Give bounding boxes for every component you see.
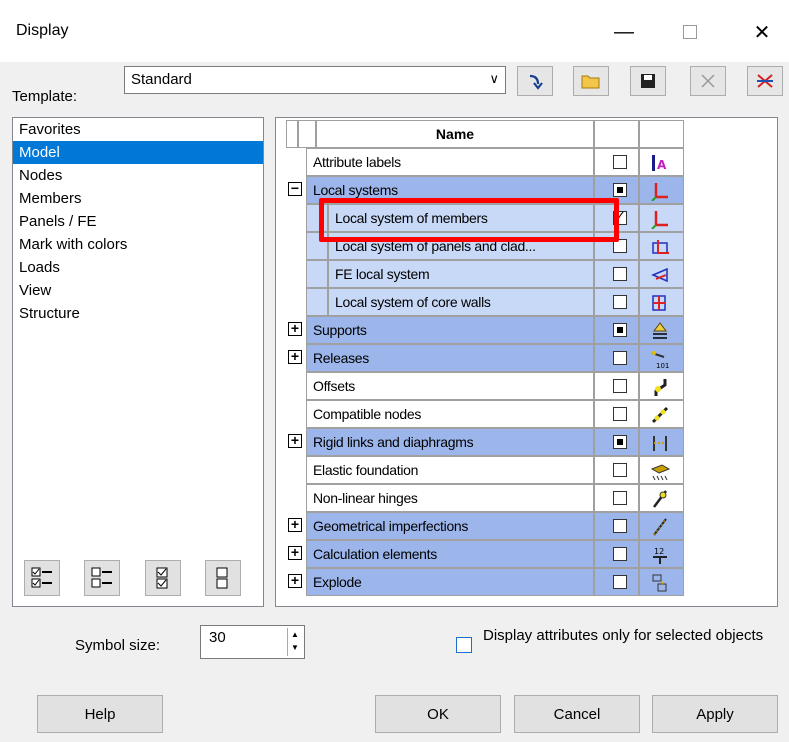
reset-icon: [757, 74, 773, 88]
expand-icon[interactable]: +: [288, 349, 302, 364]
checkbox[interactable]: [613, 351, 627, 365]
title-bar: Display — ✕: [0, 0, 789, 62]
checkbox[interactable]: [613, 239, 627, 253]
core-wall-axes-icon: [652, 295, 666, 311]
checkbox[interactable]: [613, 183, 627, 197]
svg-text:12: 12: [654, 547, 664, 556]
category-list[interactable]: Favorites Model Nodes Members Panels / F…: [12, 117, 264, 607]
category-item-view[interactable]: View: [13, 279, 263, 302]
checkbox[interactable]: [613, 267, 627, 281]
calculation-elements-icon: 12: [653, 547, 667, 564]
attribute-labels-icon: A: [652, 155, 667, 172]
open-template-button[interactable]: [573, 66, 609, 96]
category-item-members[interactable]: Members: [13, 187, 263, 210]
category-item-nodes[interactable]: Nodes: [13, 164, 263, 187]
checkbox[interactable]: [613, 208, 627, 225]
symbol-size-value: 30: [209, 629, 226, 646]
category-item-structure[interactable]: Structure: [13, 302, 263, 325]
expand-icon[interactable]: +: [288, 573, 302, 588]
release-icon: 1011: [651, 351, 670, 369]
svg-text:A: A: [657, 158, 667, 172]
delete-template-button[interactable]: [690, 66, 726, 96]
checkbox[interactable]: [613, 491, 627, 505]
category-item-mark-with-colors[interactable]: Mark with colors: [13, 233, 263, 256]
select-all-icon: [31, 567, 52, 588]
checkbox[interactable]: [613, 323, 627, 337]
expand-all-button[interactable]: [84, 560, 120, 596]
ok-button[interactable]: OK: [375, 695, 501, 733]
fe-axes-icon: [651, 267, 668, 283]
expand-all-icon: [91, 567, 112, 588]
collapse-icon[interactable]: −: [288, 181, 302, 196]
expand-icon[interactable]: +: [288, 321, 302, 336]
reset-template-button[interactable]: [747, 66, 783, 96]
checkbox[interactable]: [613, 295, 627, 309]
category-item-panels-fe[interactable]: Panels / FE: [13, 210, 263, 233]
template-label: Template:: [12, 88, 78, 105]
checkbox[interactable]: [613, 519, 627, 533]
offset-icon: [654, 379, 667, 396]
checkbox[interactable]: [613, 547, 627, 561]
checkbox[interactable]: [613, 463, 627, 477]
uncheck-all-button[interactable]: [205, 560, 241, 596]
chevron-down-icon: ∨: [489, 71, 499, 86]
display-tree-grid: Name Attribute labels A − Local systems …: [275, 117, 778, 607]
explode-icon: [652, 574, 667, 592]
minimize-button[interactable]: —: [604, 14, 644, 50]
check-all-icon: [156, 567, 168, 589]
arrow-down-icon: [529, 74, 543, 90]
symbol-size-stepper[interactable]: 30 ▲ ▼: [200, 625, 305, 659]
save-icon: [641, 74, 655, 88]
grid-header-name: Name: [316, 120, 594, 148]
select-all-button[interactable]: [24, 560, 60, 596]
maximize-button[interactable]: [670, 14, 710, 50]
member-axes-icon: [651, 211, 668, 229]
expand-icon[interactable]: +: [288, 545, 302, 560]
uncheck-all-icon: [216, 567, 228, 589]
save-template-button[interactable]: [630, 66, 666, 96]
display-attributes-label: Display attributes only for selected obj…: [483, 627, 764, 644]
folder-icon: [581, 75, 600, 89]
elastic-foundation-icon: [650, 464, 670, 481]
hinge-icon: [653, 490, 667, 508]
display-attributes-checkbox[interactable]: [456, 637, 472, 653]
symbol-size-label: Symbol size:: [75, 637, 161, 654]
panel-axes-icon: [652, 240, 669, 254]
checkbox[interactable]: [613, 155, 627, 169]
apply-button[interactable]: Apply: [652, 695, 778, 733]
checkbox[interactable]: [613, 407, 627, 421]
checkbox[interactable]: [613, 575, 627, 589]
compatible-nodes-icon: [651, 406, 669, 424]
local-axes-icon: [651, 183, 668, 201]
category-item-model[interactable]: Model: [13, 141, 263, 164]
category-item-favorites[interactable]: Favorites: [13, 118, 263, 141]
svg-text:1011: 1011: [656, 362, 670, 369]
maximize-icon: [683, 25, 697, 39]
help-button[interactable]: Help: [37, 695, 163, 733]
checkbox[interactable]: [613, 435, 627, 449]
rigid-link-icon: [653, 436, 667, 451]
checkbox[interactable]: [613, 379, 627, 393]
load-template-button[interactable]: [517, 66, 553, 96]
template-value: Standard: [131, 71, 192, 88]
support-icon: [653, 322, 667, 339]
close-button[interactable]: ✕: [742, 14, 782, 50]
window-title: Display: [16, 22, 69, 39]
check-all-button[interactable]: [145, 560, 181, 596]
spin-buttons[interactable]: ▲ ▼: [287, 628, 302, 656]
imperfection-icon: [653, 518, 667, 536]
template-select[interactable]: Standard ∨: [124, 66, 506, 94]
expand-icon[interactable]: +: [288, 517, 302, 532]
expand-icon[interactable]: +: [288, 433, 302, 448]
delete-icon: [701, 74, 715, 88]
category-item-loads[interactable]: Loads: [13, 256, 263, 279]
cancel-button[interactable]: Cancel: [514, 695, 640, 733]
